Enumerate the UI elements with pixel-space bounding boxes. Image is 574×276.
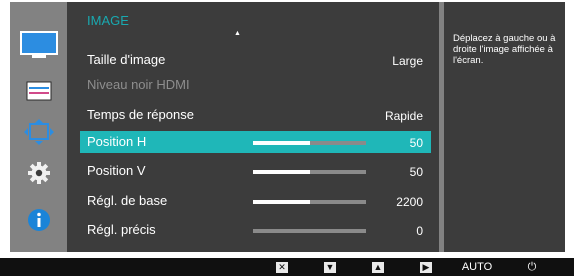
footer-key-bar: ✕ ▼ ▲ ▶ AUTO ⏻ [0,258,574,276]
menu-row-fine[interactable]: Régl. précis 0 [80,219,431,241]
slider-track[interactable] [253,229,366,233]
slider-track[interactable] [253,141,366,145]
scroll-up-icon[interactable]: ▲ [234,30,241,37]
menu-row-value: 0 [416,224,423,238]
menu-title: IMAGE [87,13,129,28]
menu-panel [67,2,439,252]
menu-row-coarse[interactable]: Régl. de base 2200 [80,190,431,212]
menu-row-label: Position H [87,134,147,149]
menu-row-value: Rapide [384,109,423,123]
slider-track[interactable] [253,170,366,174]
help-panel: Déplacez à gauche ou à droite l'image af… [444,2,565,252]
slider-fill [253,200,310,204]
menu-row-value: 50 [409,165,423,179]
up-key-icon[interactable]: ▲ [370,260,386,274]
menu-row-label: Régl. de base [87,193,168,208]
menu-row-value: 50 [409,136,423,150]
slider-fill [253,170,310,174]
color-bars-icon[interactable] [10,76,67,106]
menu-row-label: Position V [87,163,146,178]
menu-row-label: Niveau noir HDMI [87,77,190,92]
menu-row-label: Taille d'image [87,52,166,67]
menu-row-h-position[interactable]: Position H 50 [80,131,431,153]
down-key-icon[interactable]: ▼ [322,260,338,274]
auto-label: AUTO [461,261,493,273]
menu-row-response-time[interactable]: Temps de réponse Rapide [80,104,431,126]
enter-key-icon[interactable]: ▶ [418,260,434,274]
menu-row-label: Temps de réponse [87,107,194,122]
help-text: Déplacez à gauche ou à droite l'image af… [453,33,556,66]
info-icon[interactable] [10,205,67,235]
monitor-picture-icon[interactable] [10,30,67,60]
power-icon[interactable]: ⏻ [523,260,541,274]
menu-row-v-position[interactable]: Position V 50 [80,160,431,182]
slider-fill [253,141,310,145]
menu-row-image-size[interactable]: Taille d'image Large [80,49,431,71]
menu-row-label: Régl. précis [87,222,156,237]
menu-row-value: 2200 [396,195,423,209]
menu-row-value: Large [392,54,423,68]
menu-row-hdmi-black-level: Niveau noir HDMI [80,74,431,96]
slider-track[interactable] [253,200,366,204]
auto-button[interactable]: AUTO [457,260,497,274]
gear-icon[interactable] [10,158,67,188]
close-key-icon[interactable]: ✕ [274,260,290,274]
osd-sidebar [10,2,67,252]
resize-arrows-icon[interactable] [10,117,67,147]
